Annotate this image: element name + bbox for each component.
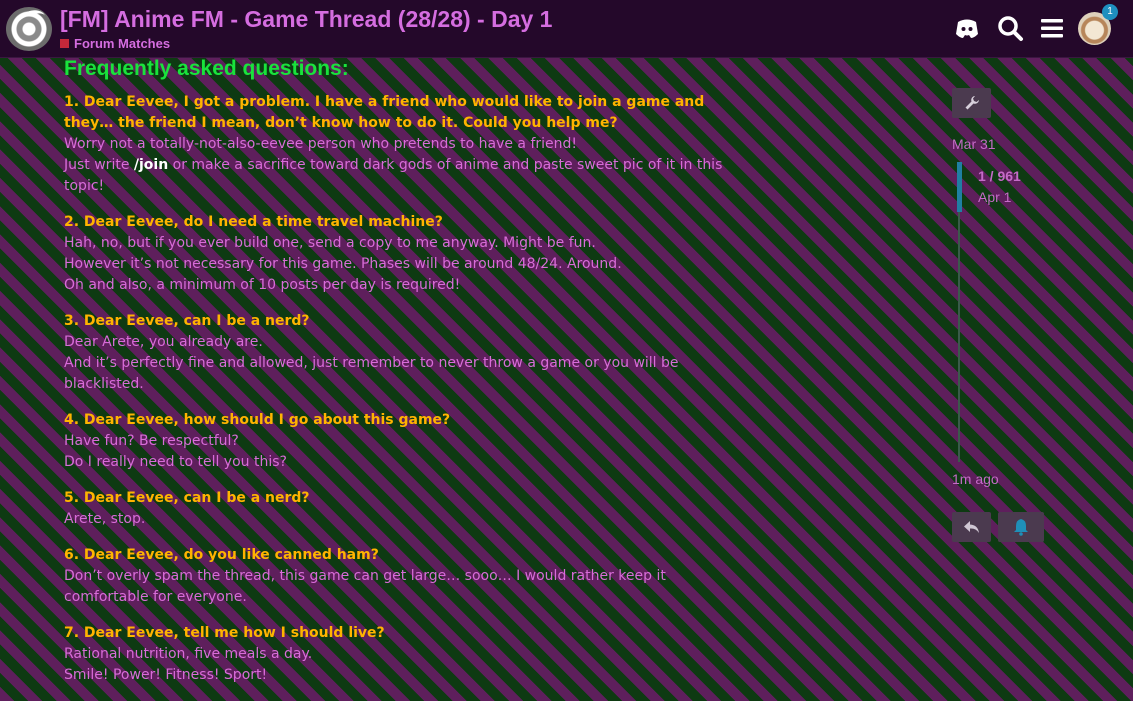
faq-item: 1. Dear Eevee, I got a problem. I have a…	[64, 92, 754, 197]
site-header: [FM] Anime FM - Game Thread (28/28) - Da…	[0, 0, 1133, 58]
faq-item: 3. Dear Eevee, can I be a nerd? Dear Are…	[64, 311, 754, 395]
reply-icon	[963, 521, 979, 533]
search-icon[interactable]	[994, 12, 1026, 44]
notification-level-button[interactable]	[998, 512, 1044, 542]
faq-question: 6. Dear Eevee, do you like canned ham?	[64, 547, 379, 563]
reply-button[interactable]	[952, 512, 991, 542]
faq-item: 7. Dear Eevee, tell me how I should live…	[64, 623, 754, 686]
faq-answer-line: Don’t overly spam the thread, this game …	[64, 568, 666, 605]
admin-wrench-button[interactable]	[952, 88, 991, 118]
faq-answer-line: Rational nutrition, five meals a day.	[64, 646, 313, 662]
faq-question: 5. Dear Eevee, can I be a nerd?	[64, 490, 310, 506]
faq-question: 2. Dear Eevee, do I need a time travel m…	[64, 214, 443, 230]
join-command: /join	[133, 157, 169, 173]
faq-item: 4. Dear Eevee, how should I go about thi…	[64, 410, 754, 473]
faq-question: 1. Dear Eevee, I got a problem. I have a…	[64, 94, 705, 131]
faq-answer-line: Do I really need to tell you this?	[64, 454, 287, 470]
topic-title[interactable]: [FM] Anime FM - Game Thread (28/28) - Da…	[60, 6, 552, 33]
faq-item: 6. Dear Eevee, do you like canned ham? D…	[64, 545, 754, 608]
faq-heading: Frequently asked questions:	[64, 57, 349, 80]
timeline-position-date: Apr 1	[978, 189, 1012, 205]
faq-question: 4. Dear Eevee, how should I go about thi…	[64, 412, 451, 428]
bell-icon	[1014, 519, 1028, 536]
faq-answer-line: Have fun? Be respectful?	[64, 433, 239, 449]
category-label: Forum Matches	[74, 36, 171, 51]
timeline-scroll-handle[interactable]	[957, 162, 962, 212]
faq-answer-line: Hah, no, but if you ever build one, send…	[64, 235, 596, 251]
answer-text: Just write	[64, 157, 134, 173]
faq-answer-line: Just write /join or make a sacrifice tow…	[64, 155, 754, 197]
faq-answer-line: Dear Arete, you already are.	[64, 334, 263, 350]
faq-answer-line: However it’s not necessary for this game…	[64, 256, 622, 272]
faq-item: 2. Dear Eevee, do I need a time travel m…	[64, 212, 754, 296]
faq-answer-line: Arete, stop.	[64, 511, 146, 527]
category-badge[interactable]: Forum Matches	[60, 36, 170, 51]
faq-list: 1. Dear Eevee, I got a problem. I have a…	[64, 92, 754, 701]
faq-answer-line: Smile! Power! Fitness! Sport!	[64, 667, 268, 683]
faq-answer-line: And it’s perfectly fine and allowed, jus…	[64, 355, 679, 392]
hamburger-menu-icon[interactable]	[1036, 12, 1068, 44]
category-color-swatch	[60, 39, 69, 48]
faq-item: 5. Dear Eevee, can I be a nerd? Arete, s…	[64, 488, 754, 530]
site-logo[interactable]	[6, 7, 52, 51]
timeline-end-date[interactable]: 1m ago	[952, 471, 999, 487]
notification-badge[interactable]: 1	[1102, 4, 1118, 20]
faq-answer-line: Oh and also, a minimum of 10 posts per d…	[64, 277, 461, 293]
timeline-position: 1 / 961	[978, 168, 1021, 184]
discord-icon[interactable]	[951, 12, 983, 44]
faq-question: 7. Dear Eevee, tell me how I should live…	[64, 625, 385, 641]
faq-answer-line: Worry not a totally-not-also-eevee perso…	[64, 136, 578, 152]
timeline-start-date[interactable]: Mar 31	[952, 136, 996, 152]
wrench-icon	[965, 96, 979, 110]
faq-question: 3. Dear Eevee, can I be a nerd?	[64, 313, 310, 329]
